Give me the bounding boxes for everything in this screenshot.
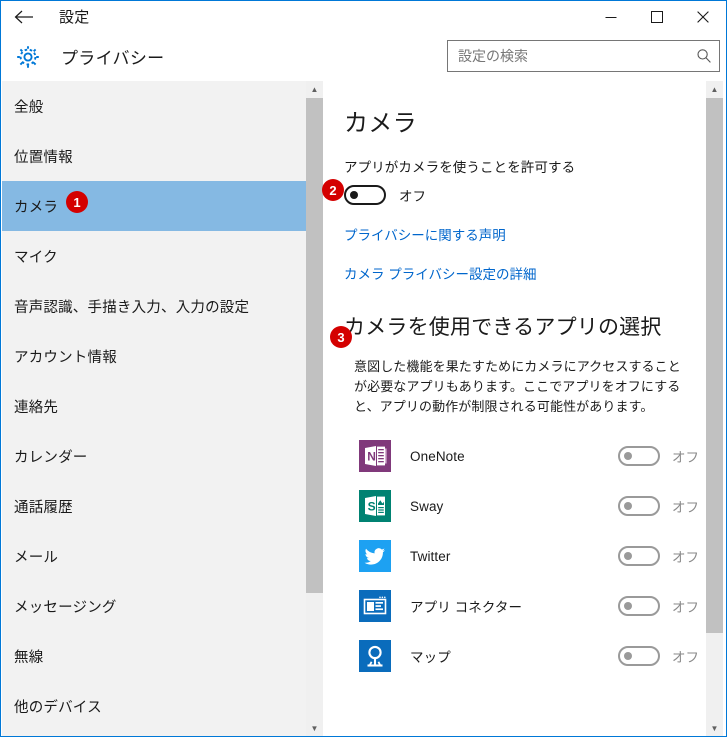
app-name: Twitter	[410, 548, 451, 564]
toggle-knob	[624, 452, 632, 461]
sidebar-item[interactable]: 連絡先	[2, 381, 306, 431]
sway-icon: S	[359, 490, 391, 523]
window-controls	[588, 1, 726, 32]
sidebar-item-label: メール	[14, 549, 59, 566]
sidebar-item-label: 位置情報	[14, 149, 73, 166]
toggle-knob	[624, 502, 632, 511]
window-title: 設定	[59, 9, 90, 26]
camera-settings-panel: カメラ アプリがカメラを使うことを許可する オフ プライバシーに関する声明 カメ…	[323, 81, 706, 681]
sidebar-item-label: 通話履歴	[14, 499, 73, 516]
master-camera-toggle-row: オフ	[344, 185, 706, 205]
master-camera-toggle-state: オフ	[399, 189, 426, 204]
annotation-badge-1: 1	[66, 191, 88, 213]
nav-scrollbar-thumb[interactable]	[306, 98, 323, 593]
annotation-badge-2: 2	[322, 179, 344, 201]
page-title: プライバシー	[61, 49, 165, 68]
search-input[interactable]	[448, 41, 689, 71]
master-camera-toggle[interactable]	[344, 185, 386, 205]
content-scroll-down-icon[interactable]: ▼	[706, 720, 723, 736]
toggle-knob	[624, 602, 632, 611]
app-permission-row: マップ オフ	[323, 631, 706, 681]
sidebar-item-label: マイク	[14, 249, 58, 266]
sidebar-item-label: 全般	[14, 99, 44, 116]
app-selection-description: 意図した機能を果たすためにカメラにアクセスすることが必要なアプリもあります。ここ…	[354, 359, 681, 415]
content-scroll-up-icon[interactable]: ▲	[706, 81, 723, 98]
nav-scroll-up-icon[interactable]: ▲	[306, 81, 323, 98]
toggle-knob	[350, 191, 358, 199]
sidebar-item-label: 連絡先	[14, 399, 59, 416]
back-button[interactable]	[1, 1, 47, 32]
app-camera-toggle[interactable]	[618, 646, 660, 667]
toggle-knob	[624, 552, 632, 561]
sidebar-item[interactable]: 音声認識、手描き入力、入力の設定	[2, 281, 306, 331]
camera-privacy-details-link[interactable]: カメラ プライバシー設定の詳細	[344, 263, 536, 283]
sidebar-item[interactable]: 通話履歴	[2, 481, 306, 531]
settings-nav-pane[interactable]: 全般位置情報カメラマイク音声認識、手描き入力、入力の設定 アカウント情報 連絡先カレ…	[2, 81, 306, 736]
app-permission-row: N OneNote オフ	[323, 431, 706, 481]
app-connector-icon	[359, 590, 391, 623]
nav-scrollbar[interactable]: ▲ ▼	[306, 81, 323, 736]
twitter-icon	[359, 540, 391, 573]
title-bar: 設定	[1, 1, 726, 32]
allow-camera-label: アプリがカメラを使うことを許可する	[344, 160, 576, 175]
settings-content-pane: カメラ アプリがカメラを使うことを許可する オフ プライバシーに関する声明 カメ…	[323, 81, 706, 736]
app-name: Sway	[410, 498, 444, 514]
toggle-knob	[624, 652, 632, 661]
close-button[interactable]	[680, 1, 726, 32]
search-icon[interactable]	[689, 48, 719, 64]
privacy-statement-link[interactable]: プライバシーに関する声明	[344, 224, 506, 244]
content-scrollbar[interactable]: ▲ ▼	[706, 81, 723, 736]
sidebar-item[interactable]: メール	[2, 531, 306, 581]
nav-scroll-down-icon[interactable]: ▼	[306, 720, 323, 736]
app-camera-toggle[interactable]	[618, 596, 660, 617]
maximize-button[interactable]	[634, 1, 680, 32]
search-box[interactable]	[447, 40, 720, 72]
settings-window: 設定 プライバシー 設定の検索 全般 位置情報 カメラ マイク 音声認識、手描き…	[0, 0, 727, 737]
sidebar-item[interactable]: メッセージング	[2, 581, 306, 631]
sidebar-item[interactable]: フィードバックと診断	[2, 731, 306, 736]
sidebar-item-label: アカウント情報	[14, 349, 117, 366]
sidebar-item-label: カレンダー	[14, 449, 88, 466]
sidebar-item[interactable]: マイク	[2, 231, 306, 281]
annotation-badge-3: 3	[330, 326, 352, 348]
svg-text:S: S	[368, 500, 376, 514]
maps-icon	[359, 640, 391, 673]
app-toggle-state: オフ	[672, 450, 699, 466]
onenote-icon: N	[359, 440, 391, 473]
page-header: プライバシー	[1, 32, 726, 81]
sidebar-item[interactable]: 位置情報	[2, 131, 306, 181]
svg-text:N: N	[367, 450, 376, 464]
app-camera-toggle[interactable]	[618, 496, 660, 517]
minimize-button[interactable]	[588, 1, 634, 32]
settings-nav-list: 全般位置情報カメラマイク音声認識、手描き入力、入力の設定 アカウント情報 連絡先カレ…	[2, 81, 306, 736]
sidebar-item-selected[interactable]: カメラ	[2, 181, 306, 231]
sidebar-item[interactable]: アカウント情報	[2, 331, 306, 381]
sidebar-item[interactable]: 全般	[2, 81, 306, 131]
app-permission-row: アプリ コネクター オフ	[323, 581, 706, 631]
app-permission-row: S Sway オフ	[323, 481, 706, 531]
sidebar-item-label: 無線	[14, 649, 44, 666]
gear-icon	[5, 44, 51, 70]
app-permission-row: Twitter オフ	[323, 531, 706, 581]
camera-app-list: N OneNote オフ S Sway オフ Twitter オフ アプリ コネクター オフ マップ…	[323, 431, 706, 681]
sidebar-item[interactable]: 無線	[2, 631, 306, 681]
app-toggle-state: オフ	[672, 650, 699, 666]
sidebar-item-label: メッセージング	[14, 599, 117, 616]
camera-heading: カメラ	[344, 110, 417, 137]
app-toggle-state: オフ	[672, 500, 699, 516]
app-camera-toggle[interactable]	[618, 446, 660, 467]
sidebar-item-label: 音声認識、手描き入力、入力の設定	[14, 299, 250, 316]
app-toggle-state: オフ	[672, 600, 699, 616]
app-camera-toggle[interactable]	[618, 546, 660, 567]
app-toggle-state: オフ	[672, 550, 699, 566]
sidebar-item-label: 他のデバイス	[14, 699, 102, 716]
app-selection-heading: カメラを使用できるアプリの選択	[344, 316, 662, 339]
content-scrollbar-thumb[interactable]	[706, 98, 723, 633]
sidebar-item[interactable]: 他のデバイス	[2, 681, 306, 731]
app-name: マップ	[410, 650, 451, 666]
sidebar-item[interactable]: カレンダー	[2, 431, 306, 481]
app-name: アプリ コネクター	[410, 600, 523, 616]
sidebar-item-label: カメラ	[14, 199, 59, 216]
app-name: OneNote	[410, 448, 465, 464]
